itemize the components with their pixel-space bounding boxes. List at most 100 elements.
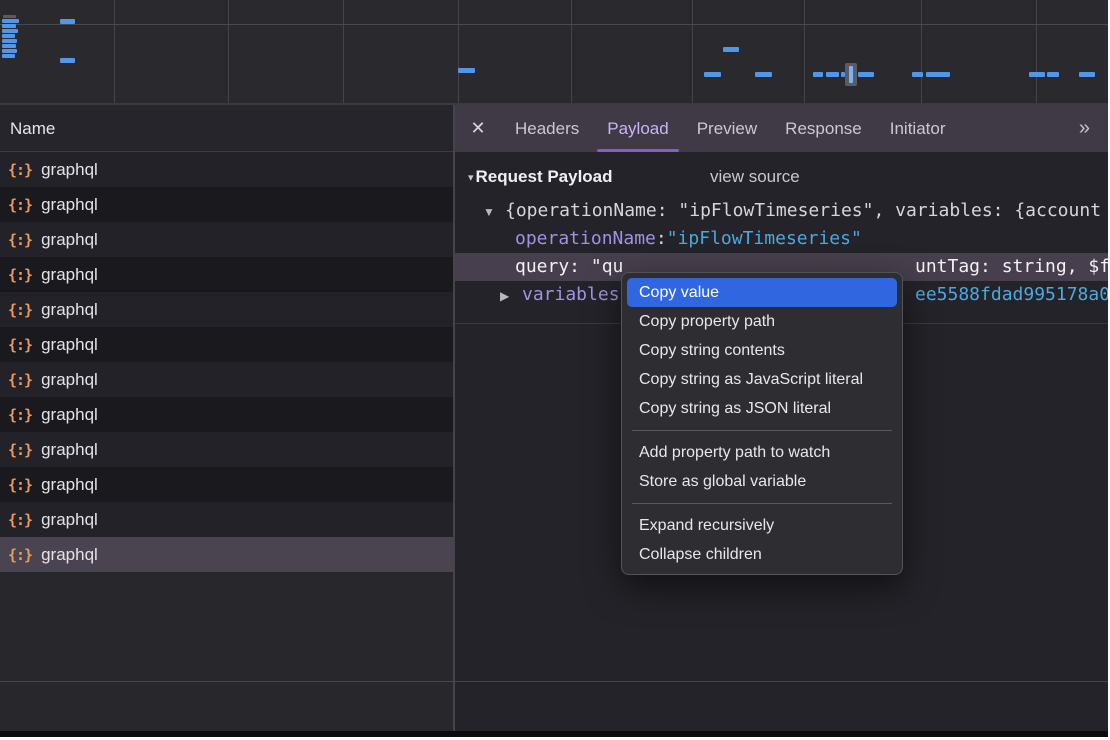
more-tabs-chevron-icon[interactable]: »	[1061, 105, 1108, 152]
json-braces-icon: {:}	[8, 336, 32, 354]
waterfall-bar	[912, 72, 923, 77]
waterfall-bar	[2, 39, 17, 43]
marker-tick	[849, 66, 853, 83]
tab-preview[interactable]: Preview	[683, 105, 771, 152]
menu-item-copy-value[interactable]: Copy value	[627, 278, 897, 307]
request-row[interactable]: {:} graphql	[0, 467, 453, 502]
request-row[interactable]: {:}graphql	[0, 187, 453, 222]
json-braces-icon: {:}	[8, 266, 32, 284]
request-row[interactable]: {:}graphql	[0, 537, 453, 572]
network-request-list-panel: Name {:}graphql{:}graphql{:}graphql{:}gr…	[0, 105, 455, 731]
waterfall-bar	[2, 49, 17, 53]
waterfall-bar	[1079, 72, 1095, 77]
summary-bar-divider-right	[455, 681, 1108, 682]
waterfall-bar	[826, 72, 839, 77]
summary-bar-divider-left	[0, 681, 453, 682]
request-row[interactable]: {:}graphql	[0, 222, 453, 257]
inspector-tabs: HeadersPayloadPreviewResponseInitiator	[501, 105, 959, 152]
payload-tree-row[interactable]: operationName: "ipFlowTimeseries"	[455, 225, 1108, 253]
waterfall-bar	[926, 72, 950, 77]
section-title: Request Payload	[476, 167, 613, 187]
tab-initiator[interactable]: Initiator	[876, 105, 960, 152]
tree-expander-icon[interactable]: ▶	[500, 282, 522, 309]
request-name: graphql	[41, 335, 98, 355]
overview-gridline	[804, 0, 805, 103]
json-braces-icon: {:}	[8, 161, 32, 179]
close-icon[interactable]: ✕	[455, 105, 501, 152]
menu-item-copy-string-as-json-literal[interactable]: Copy string as JSON literal	[627, 394, 897, 423]
waterfall-bar	[60, 19, 75, 24]
json-braces-icon: {:}	[8, 441, 32, 459]
menu-item-expand-recursively[interactable]: Expand recursively	[627, 511, 897, 540]
tab-headers[interactable]: Headers	[501, 105, 593, 152]
waterfall-bar	[858, 72, 874, 77]
overview-gridline	[1036, 0, 1037, 103]
json-braces-icon: {:}	[8, 231, 32, 249]
inspector-tabbar: ✕ HeadersPayloadPreviewResponseInitiator…	[455, 105, 1108, 152]
request-row[interactable]: {:}graphql	[0, 502, 453, 537]
tab-response[interactable]: Response	[771, 105, 876, 152]
request-name: graphql	[41, 195, 98, 215]
payload-tree-row[interactable]: ▼{operationName: "ipFlowTimeseries", var…	[455, 197, 1108, 225]
overview-gridline	[343, 0, 344, 103]
request-row[interactable]: {:} graphql	[0, 327, 453, 362]
request-row[interactable]: {:}graphql	[0, 362, 453, 397]
request-name: graphql	[41, 160, 98, 180]
request-row[interactable]: {:} graphql	[0, 292, 453, 327]
tree-text: query: "qu	[515, 253, 623, 281]
request-rows: {:} graphql {:} graphql {:} graphql {:} graphql…	[0, 152, 453, 572]
request-name: graphql	[41, 265, 98, 285]
tree-text: "ipFlowTimeseries"	[667, 225, 862, 253]
tree-expander-icon[interactable]: ▼	[483, 198, 505, 225]
menu-item-add-property-path-to-watch[interactable]: Add property path to watch	[627, 438, 897, 467]
request-payload-section-header[interactable]: ▾ Request Payload	[455, 163, 613, 191]
view-source-link[interactable]: view source	[710, 163, 800, 191]
waterfall-bar	[458, 68, 475, 73]
waterfall-bar	[704, 72, 721, 77]
request-name: graphql	[41, 405, 98, 425]
waterfall-bar	[1029, 72, 1045, 77]
request-row[interactable]: {:} graphql	[0, 257, 453, 292]
request-name: graphql	[41, 510, 98, 530]
tree-text: variables	[522, 281, 620, 309]
menu-item-copy-property-path[interactable]: Copy property path	[627, 307, 897, 336]
request-row[interactable]: {:} graphql	[0, 432, 453, 467]
waterfall-bar	[2, 44, 16, 48]
network-overview-strip[interactable]	[0, 0, 1108, 105]
waterfall-bar	[2, 29, 18, 33]
json-braces-icon: {:}	[8, 476, 32, 494]
json-braces-icon: {:}	[8, 301, 32, 319]
section-collapse-arrow-icon[interactable]: ▾	[468, 171, 474, 184]
overview-gridline	[228, 0, 229, 103]
overview-gridline	[114, 0, 115, 103]
tree-text: ee5588fdad995178a0	[915, 281, 1108, 309]
overview-gridline	[458, 0, 459, 103]
tree-text: :	[656, 225, 667, 253]
menu-item-collapse-children[interactable]: Collapse children	[627, 540, 897, 569]
menu-item-store-as-global-variable[interactable]: Store as global variable	[627, 467, 897, 496]
tree-text: {operationName: "ipFlowTimeseries", vari…	[505, 197, 1101, 225]
request-name: graphql	[41, 440, 98, 460]
waterfall-bar	[3, 15, 16, 18]
waterfall-bar	[755, 72, 772, 77]
request-name: graphql	[41, 370, 98, 390]
tab-payload[interactable]: Payload	[593, 105, 682, 152]
request-name: graphql	[41, 300, 98, 320]
waterfall-bar	[2, 24, 16, 28]
request-row[interactable]: {:} graphql	[0, 152, 453, 187]
request-name: graphql	[41, 475, 98, 495]
waterfall-bar	[2, 54, 15, 58]
name-column-header[interactable]: Name	[0, 105, 453, 152]
tree-text: untTag: string, $f	[915, 253, 1108, 281]
context-menu: Copy valueCopy property pathCopy string …	[621, 272, 903, 575]
json-braces-icon: {:}	[8, 406, 32, 424]
tree-text: operationName	[515, 225, 656, 253]
waterfall-bar	[1047, 72, 1059, 77]
menu-item-copy-string-as-javascript-literal[interactable]: Copy string as JavaScript literal	[627, 365, 897, 394]
overview-gridline	[921, 0, 922, 103]
menu-item-copy-string-contents[interactable]: Copy string contents	[627, 336, 897, 365]
request-row[interactable]: {:} graphql	[0, 397, 453, 432]
waterfall-bar	[2, 34, 15, 38]
tree-text-continuation: ee5588fdad995178a0	[915, 281, 1108, 309]
json-braces-icon: {:}	[8, 546, 32, 564]
